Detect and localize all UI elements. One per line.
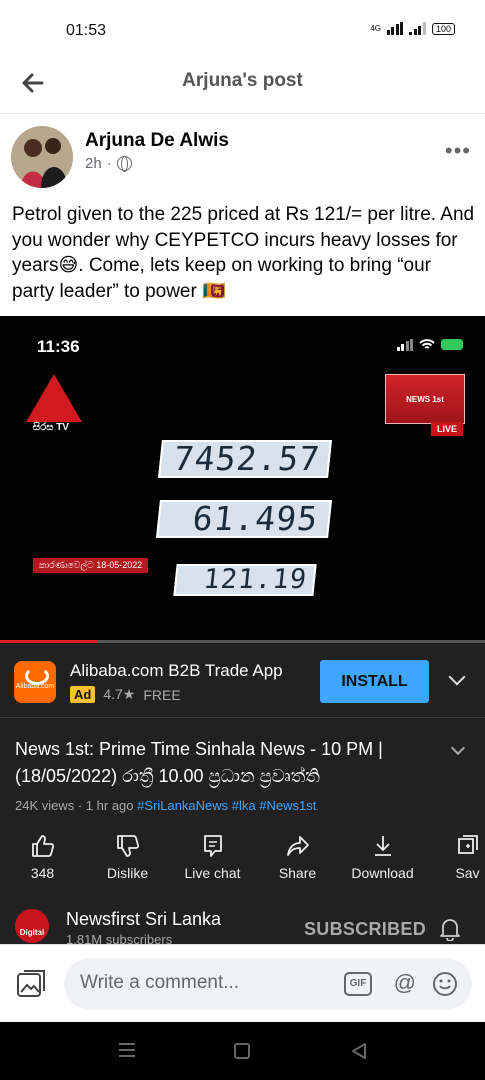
signal-icon [386, 22, 404, 35]
video-meta: 24K views · 1 hr ago #SriLankaNews #lka … [15, 798, 316, 813]
news1st-logo-text: NEWS 1st [406, 394, 444, 404]
share-icon [286, 836, 309, 856]
video-hashtags[interactable]: #SriLankaNews #lka #News1st [137, 798, 316, 813]
channel-row: Digital Newsfirst Sri Lanka 1.81M subscr… [0, 901, 485, 944]
video-phone-time: 11:36 [37, 337, 80, 356]
live-chat-button[interactable]: Live chat [170, 831, 255, 891]
back-triangle-icon[interactable] [350, 1042, 368, 1060]
post-time: 2h [85, 155, 102, 172]
network-label: 4G [370, 24, 381, 33]
comment-input[interactable]: Write a comment... GIF @ [64, 958, 472, 1010]
share-button[interactable]: Share [255, 831, 340, 891]
alibaba-logo: Alibaba.com [14, 661, 56, 703]
system-nav-bar [0, 1022, 485, 1080]
video-date-tag: කාරණාවෙල්ට 18-05-2022 [33, 558, 149, 573]
video-title[interactable]: News 1st: Prime Time Sinhala News - 10 P… [15, 736, 435, 790]
ad-meta: Ad 4.7★ FREE [70, 686, 181, 703]
save-label: Sav [455, 865, 480, 881]
ad-banner[interactable]: Alibaba.com Alibaba.com B2B Trade App Ad… [0, 643, 485, 718]
video-player[interactable]: 11:36 සිරස TV NEWS 1st LIVE 7452.57 61.4… [0, 316, 485, 643]
thumbs-down-icon [116, 835, 139, 857]
install-button[interactable]: INSTALL [320, 660, 429, 703]
comment-composer: Write a comment... GIF @ [0, 944, 485, 1022]
dislike-button[interactable]: Dislike [85, 831, 170, 891]
news1st-logo: NEWS 1st [385, 374, 465, 424]
comment-placeholder: Write a comment... [80, 972, 240, 993]
dislike-label: Dislike [106, 865, 149, 881]
post-text: Petrol given to the 225 priced at Rs 121… [12, 204, 475, 302]
download-icon [374, 836, 391, 856]
wifi-icon [419, 338, 435, 349]
chevron-down-icon[interactable] [448, 668, 466, 686]
pump-litres-display: 61.495 [156, 499, 332, 538]
download-button[interactable]: Download [340, 831, 425, 891]
channel-logo-text: Digital [19, 928, 45, 937]
save-icon [457, 835, 478, 854]
expand-chevron-icon[interactable] [450, 740, 466, 756]
live-badge: LIVE [430, 422, 463, 436]
status-icons: 4G 100 [370, 22, 455, 35]
youtube-panel: Alibaba.com Alibaba.com B2B Trade App Ad… [0, 643, 485, 944]
home-icon[interactable] [234, 1043, 250, 1059]
download-label: Download [351, 865, 414, 881]
ad-rating: 4.7★ [103, 686, 136, 702]
channel-avatar[interactable]: Digital [15, 909, 49, 943]
battery-icon: 100 [431, 22, 455, 35]
more-options-icon[interactable]: ••• [445, 138, 471, 164]
like-button[interactable]: 348 [0, 831, 85, 891]
post-author-row: Arjuna De Alwis 2h · ••• [0, 122, 485, 192]
ad-badge: Ad [70, 686, 96, 703]
live-chat-label: Live chat [184, 865, 241, 881]
emoji-icon[interactable] [432, 971, 458, 997]
avatar[interactable] [11, 126, 73, 188]
channel-subscribers: 1.81M subscribers [66, 932, 173, 944]
video-actions: 348 Dislike Live chat Share Download Sav [0, 831, 485, 891]
video-status-icons [396, 338, 463, 351]
meta-separator: · [106, 155, 112, 172]
ad-price: FREE [143, 686, 181, 703]
save-button[interactable]: Sav [425, 831, 485, 891]
channel-name[interactable]: Newsfirst Sri Lanka [66, 909, 221, 930]
subscribed-button[interactable]: SUBSCRIBED [304, 919, 426, 940]
pump-price-display: 121.19 [173, 564, 317, 596]
status-time: 01:53 [66, 22, 107, 39]
photo-icon[interactable] [16, 969, 48, 999]
status-bar: 01:53 4G 100 [0, 0, 485, 58]
bell-icon[interactable] [439, 917, 461, 941]
recents-icon[interactable] [118, 1042, 136, 1058]
gif-button[interactable]: GIF [344, 972, 372, 996]
mention-button[interactable]: @ [394, 970, 416, 996]
author-name[interactable]: Arjuna De Alwis [85, 130, 229, 152]
chat-icon [203, 835, 222, 857]
sirasa-logo-text: සිරස TV [33, 422, 69, 433]
signal-icon-2 [409, 22, 426, 35]
pump-amount-display: 7452.57 [158, 439, 332, 478]
page-title: Arjuna's post [182, 70, 303, 91]
globe-icon [116, 156, 132, 172]
thumbs-up-icon [31, 835, 54, 857]
ad-title[interactable]: Alibaba.com B2B Trade App [70, 661, 283, 681]
video-views: 24K views · 1 hr ago [15, 798, 138, 813]
top-bar: Arjuna's post [0, 58, 485, 114]
video-signal-icon [396, 338, 413, 351]
post-meta: 2h · [85, 155, 132, 172]
share-label: Share [278, 865, 317, 881]
like-count: 348 [30, 865, 55, 881]
video-battery-icon [441, 339, 463, 350]
alibaba-logo-text: Alibaba.com [15, 683, 55, 690]
